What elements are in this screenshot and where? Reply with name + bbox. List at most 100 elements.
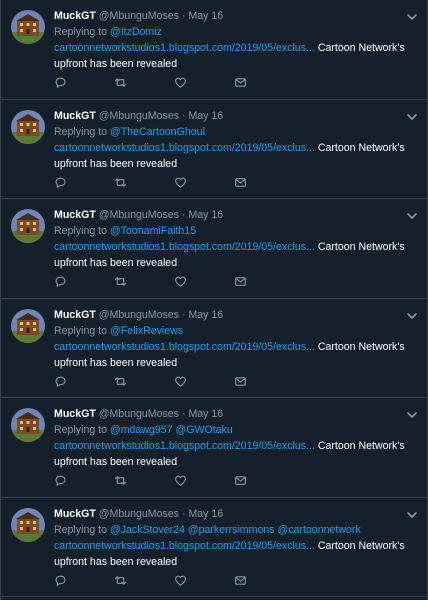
mention-link[interactable]: @cartoonnetwork <box>278 524 361 536</box>
like-button[interactable] <box>174 176 234 194</box>
display-name[interactable]: MuckGT <box>54 508 96 520</box>
display-name[interactable]: MuckGT <box>54 10 96 22</box>
tweet-date[interactable]: May 16 <box>188 508 223 520</box>
replying-to: Replying to @TheCartoonGhoul <box>54 124 417 140</box>
avatar[interactable] <box>11 109 45 144</box>
message-icon <box>234 574 247 592</box>
user-handle[interactable]: @MbunguMoses <box>99 10 179 22</box>
tweet-link[interactable]: cartoonnetworkstudios1.blogspot.com/2019… <box>54 341 315 353</box>
mention-link[interactable]: @JackStover24 <box>110 524 185 536</box>
tweet-2[interactable]: MuckGT @MbunguMoses · May 16 Replying to… <box>1 100 427 199</box>
mention-link[interactable]: @ToonamiFaith15 <box>110 225 196 237</box>
replying-to-label: Replying to <box>54 225 107 237</box>
display-name[interactable]: MuckGT <box>54 209 96 221</box>
like-icon <box>174 275 187 293</box>
tweet-6[interactable]: MuckGT @MbunguMoses · May 16 Replying to… <box>1 498 427 597</box>
tweet-header: MuckGT @MbunguMoses · May 16 <box>54 207 417 223</box>
message-icon <box>234 474 247 492</box>
tweet-feed: MuckGT @MbunguMoses · May 16 Replying to… <box>0 0 428 600</box>
like-button[interactable] <box>174 575 234 590</box>
tweet-text: cartoonnetworkstudios1.blogspot.com/2019… <box>54 239 417 271</box>
avatar[interactable] <box>11 10 45 44</box>
message-icon <box>234 76 247 94</box>
replying-to: Replying to @ItzDomiz <box>54 24 417 40</box>
reply-mentions: @FelixReviews <box>110 325 183 337</box>
mention-link[interactable]: @parkerrsimmons <box>188 524 275 536</box>
mention-link[interactable]: @GWOtaku <box>176 424 233 436</box>
chevron-down-icon[interactable] <box>406 508 418 520</box>
retweet-button[interactable] <box>114 574 174 592</box>
like-button[interactable] <box>174 77 234 92</box>
tweet-actions <box>54 376 294 391</box>
retweet-button[interactable] <box>114 476 174 490</box>
retweet-icon <box>114 275 127 293</box>
chevron-down-icon[interactable] <box>406 309 418 321</box>
tweet-3[interactable]: MuckGT @MbunguMoses · May 16 Replying to… <box>1 199 427 299</box>
retweet-button[interactable] <box>114 177 174 192</box>
separator-dot: · <box>181 507 186 520</box>
direct-message-button[interactable] <box>234 277 294 291</box>
tweet-5[interactable]: MuckGT @MbunguMoses · May 16 Replying to… <box>1 398 427 498</box>
tweet-date[interactable]: May 16 <box>188 408 223 420</box>
like-button[interactable] <box>174 475 234 490</box>
avatar[interactable] <box>11 507 45 542</box>
chevron-down-icon[interactable] <box>406 110 418 122</box>
mention-link[interactable]: @ItzDomiz <box>110 26 162 38</box>
mention-link[interactable]: @FelixReviews <box>110 325 183 337</box>
retweet-icon <box>114 574 127 592</box>
tweet-date[interactable]: May 16 <box>188 10 223 22</box>
user-handle[interactable]: @MbunguMoses <box>99 209 179 221</box>
user-handle[interactable]: @MbunguMoses <box>99 508 179 520</box>
direct-message-button[interactable] <box>234 78 294 92</box>
tweet-date[interactable]: May 16 <box>188 110 223 122</box>
retweet-button[interactable] <box>114 78 174 92</box>
direct-message-button[interactable] <box>234 574 294 592</box>
like-icon <box>174 176 187 194</box>
chevron-down-icon[interactable] <box>406 10 418 22</box>
tweet-actions <box>54 77 294 92</box>
user-handle[interactable]: @MbunguMoses <box>99 309 179 321</box>
user-handle[interactable]: @MbunguMoses <box>99 110 179 122</box>
tweet-link[interactable]: cartoonnetworkstudios1.blogspot.com/2019… <box>54 440 315 452</box>
mention-link[interactable]: @mdawg957 <box>110 424 173 436</box>
chevron-down-icon[interactable] <box>406 209 418 221</box>
direct-message-button[interactable] <box>234 177 294 192</box>
tweet-actions <box>54 176 294 194</box>
reply-button[interactable] <box>54 276 114 291</box>
reply-button[interactable] <box>54 575 114 590</box>
tweet-link[interactable]: cartoonnetworkstudios1.blogspot.com/2019… <box>54 540 315 552</box>
avatar[interactable] <box>11 408 45 442</box>
replying-to-label: Replying to <box>54 523 107 536</box>
tweet-4[interactable]: MuckGT @MbunguMoses · May 16 Replying to… <box>1 299 427 398</box>
display-name[interactable]: MuckGT <box>54 110 96 122</box>
direct-message-button[interactable] <box>234 376 294 391</box>
tweet-1[interactable]: MuckGT @MbunguMoses · May 16 Replying to… <box>1 0 427 100</box>
replying-to-label: Replying to <box>54 424 107 436</box>
retweet-button[interactable] <box>114 376 174 391</box>
replying-to: Replying to @JackStover24 @parkerrsimmon… <box>54 522 417 538</box>
user-handle[interactable]: @MbunguMoses <box>99 408 179 420</box>
display-name[interactable]: MuckGT <box>54 309 96 321</box>
tweet-link[interactable]: cartoonnetworkstudios1.blogspot.com/2019… <box>54 142 315 154</box>
like-button[interactable] <box>174 275 234 293</box>
direct-message-button[interactable] <box>234 476 294 490</box>
display-name[interactable]: MuckGT <box>54 408 96 420</box>
avatar[interactable] <box>11 209 45 243</box>
mention-link[interactable]: @TheCartoonGhoul <box>110 126 205 138</box>
reply-mentions: @TheCartoonGhoul <box>110 126 205 138</box>
reply-button[interactable] <box>54 77 114 92</box>
separator-dot: · <box>181 408 186 420</box>
chevron-down-icon[interactable] <box>406 408 418 420</box>
tweet-link[interactable]: cartoonnetworkstudios1.blogspot.com/2019… <box>54 42 315 54</box>
reply-button[interactable] <box>54 475 114 490</box>
tweet-date[interactable]: May 16 <box>188 209 223 221</box>
retweet-icon <box>114 474 127 492</box>
like-button[interactable] <box>174 376 234 391</box>
tweet-date[interactable]: May 16 <box>188 309 223 321</box>
replying-to-label: Replying to <box>54 324 107 337</box>
reply-button[interactable] <box>54 376 114 391</box>
tweet-link[interactable]: cartoonnetworkstudios1.blogspot.com/2019… <box>54 241 315 253</box>
retweet-button[interactable] <box>114 277 174 291</box>
avatar[interactable] <box>11 308 45 343</box>
reply-button[interactable] <box>54 177 114 192</box>
